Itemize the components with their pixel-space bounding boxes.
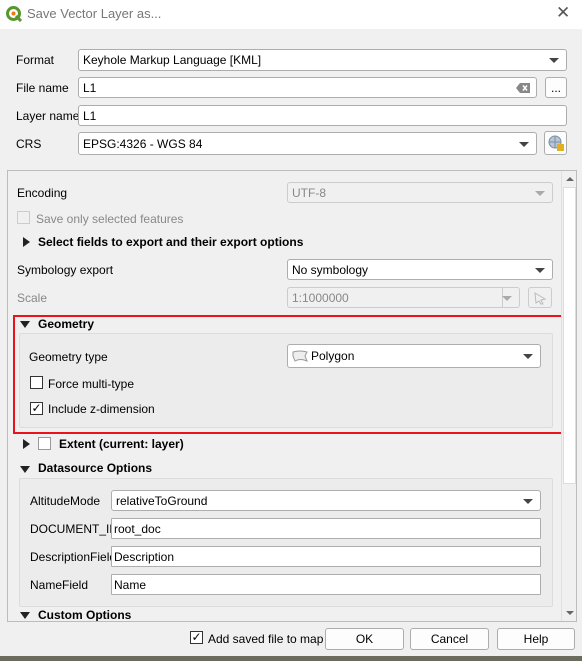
scrollbar-thumb[interactable]: [563, 187, 576, 484]
browse-button[interactable]: ...: [545, 77, 567, 98]
chevron-down-icon: [535, 190, 545, 196]
expand-arrow-icon[interactable]: [23, 439, 30, 449]
format-value: Keyhole Markup Language [KML]: [83, 53, 262, 67]
name-field-value: Name: [114, 577, 147, 592]
format-select[interactable]: Keyhole Markup Language [KML]: [78, 49, 567, 71]
cancel-button[interactable]: Cancel: [410, 628, 489, 650]
crs-select[interactable]: EPSG:4326 - WGS 84: [78, 132, 537, 155]
chevron-down-icon: [523, 354, 533, 359]
document-id-input[interactable]: root_doc: [111, 518, 541, 539]
include-z-checkbox[interactable]: ✓: [30, 402, 43, 415]
browse-label: ...: [550, 80, 561, 95]
force-multi-checkbox[interactable]: [30, 376, 43, 389]
globe-icon: [548, 135, 564, 151]
altitude-mode-value: relativeToGround: [116, 493, 208, 508]
collapse-arrow-icon[interactable]: [20, 466, 30, 473]
description-field-label: DescriptionField: [30, 550, 117, 564]
document-id-label: DOCUMENT_ID: [30, 522, 119, 536]
scale-label: Scale: [17, 291, 48, 305]
symbology-label: Symbology export: [17, 263, 114, 277]
name-field-label: NameField: [30, 578, 89, 592]
polygon-icon: [292, 350, 308, 362]
file-name-input[interactable]: L1: [78, 77, 537, 98]
datasource-header[interactable]: Datasource Options: [38, 461, 152, 475]
background-strip: [0, 656, 582, 661]
chevron-down-icon: [519, 141, 529, 147]
file-name-label: File name: [16, 81, 69, 95]
title-bar: Save Vector Layer as... ✕: [0, 0, 582, 29]
chevron-down-icon: [549, 58, 559, 63]
collapse-arrow-icon[interactable]: [20, 612, 30, 619]
ok-button[interactable]: OK: [325, 628, 404, 650]
crs-value: EPSG:4326 - WGS 84: [83, 136, 203, 151]
ok-label: OK: [355, 632, 374, 646]
add-to-map-checkbox[interactable]: ✓: [190, 631, 203, 644]
select-fields-header[interactable]: Select fields to export and their export…: [38, 235, 303, 249]
chevron-down-icon: [535, 267, 545, 273]
save-selected-label: Save only selected features: [36, 212, 184, 226]
extent-header[interactable]: Extent (current: layer): [59, 437, 184, 451]
scroll-up-icon[interactable]: [566, 177, 574, 181]
add-to-map-label: Add saved file to map: [208, 632, 324, 646]
layer-name-value: L1: [83, 108, 97, 123]
clear-icon[interactable]: [516, 83, 530, 93]
checkmark-icon: ✓: [31, 401, 42, 415]
expand-arrow-icon[interactable]: [23, 237, 30, 247]
symbology-value: No symbology: [292, 262, 369, 277]
encoding-value: UTF-8: [292, 185, 326, 200]
document-id-value: root_doc: [114, 521, 161, 536]
encoding-select[interactable]: UTF-8: [287, 182, 553, 203]
scale-select[interactable]: 1:1000000: [287, 287, 520, 308]
close-icon[interactable]: ✕: [556, 3, 570, 23]
crs-selector-button[interactable]: [544, 131, 567, 155]
description-field-input[interactable]: Description: [111, 546, 541, 567]
geometry-type-select[interactable]: Polygon: [287, 344, 541, 368]
altitude-mode-select[interactable]: relativeToGround: [111, 490, 541, 511]
geometry-header[interactable]: Geometry: [38, 317, 94, 331]
chevron-down-icon: [523, 498, 533, 504]
chevron-down-icon: [502, 295, 512, 301]
symbology-select[interactable]: No symbology: [287, 259, 553, 280]
map-scale-button[interactable]: [528, 287, 552, 308]
window-title: Save Vector Layer as...: [27, 6, 162, 21]
layer-name-label: Layer name: [16, 109, 80, 123]
cancel-label: Cancel: [430, 632, 469, 646]
format-label: Format: [16, 53, 55, 67]
name-field-input[interactable]: Name: [111, 574, 541, 595]
encoding-label: Encoding: [17, 186, 68, 200]
altitude-mode-label: AltitudeMode: [30, 494, 101, 508]
geometry-type-value: Polygon: [311, 349, 355, 363]
options-scroll-area: Encoding UTF-8 Save only selected featur…: [7, 170, 577, 622]
vertical-scrollbar[interactable]: [561, 171, 576, 621]
help-button[interactable]: Help: [497, 628, 575, 650]
description-field-value: Description: [114, 549, 175, 564]
qgis-logo-icon: [6, 6, 22, 22]
collapse-arrow-icon[interactable]: [20, 321, 30, 328]
custom-options-header[interactable]: Custom Options: [38, 608, 131, 621]
file-name-value: L1: [83, 80, 97, 95]
force-multi-label: Force multi-type: [48, 377, 135, 391]
crs-label: CRS: [16, 137, 42, 151]
checkmark-icon: ✓: [191, 630, 202, 644]
help-label: Help: [523, 632, 549, 646]
save-selected-checkbox[interactable]: [17, 211, 30, 224]
scroll-down-icon[interactable]: [566, 611, 574, 615]
scale-value: 1:1000000: [292, 290, 349, 305]
include-z-label: Include z-dimension: [48, 402, 155, 416]
layer-name-input[interactable]: L1: [78, 105, 567, 126]
cursor-icon: [534, 291, 547, 304]
geometry-type-label: Geometry type: [29, 350, 108, 364]
extent-checkbox[interactable]: [38, 437, 51, 450]
